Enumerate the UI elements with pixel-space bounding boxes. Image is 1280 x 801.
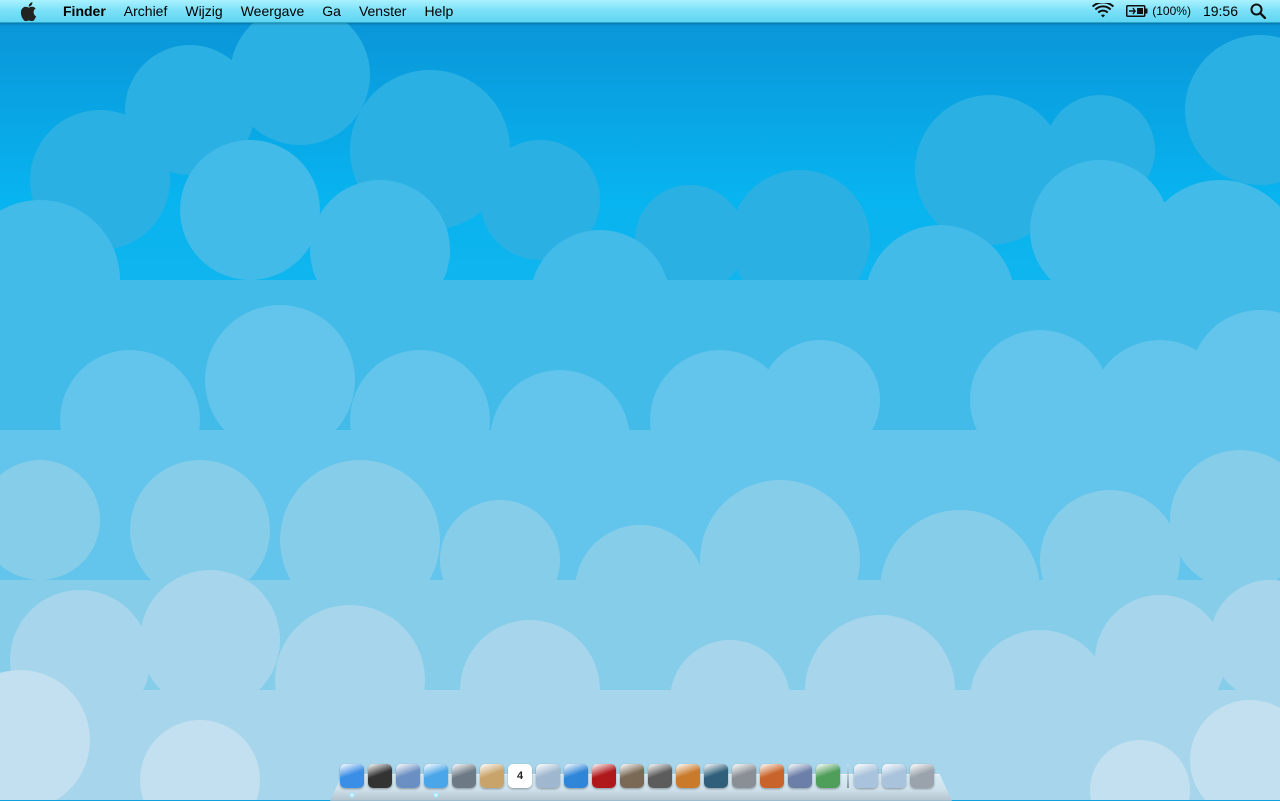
trash-icon[interactable] [910, 764, 934, 788]
desktop-wallpaper [0, 0, 1280, 800]
menu-ga[interactable]: Ga [313, 0, 350, 22]
apple-icon[interactable] [16, 0, 40, 22]
status-area: (100%) 19:56 [1080, 0, 1280, 22]
applications-folder-icon[interactable] [854, 764, 878, 788]
photo-booth-icon[interactable] [592, 764, 616, 788]
numbers-chart-icon[interactable] [816, 764, 840, 788]
calendar-date-label: 4 [516, 770, 524, 782]
finder-icon[interactable] [340, 764, 364, 798]
keynote-podium-icon[interactable] [760, 764, 784, 788]
battery-charging-icon[interactable]: (100%) [1126, 0, 1191, 22]
menu-archief[interactable]: Archief [115, 0, 177, 22]
documents-folder-icon[interactable] [882, 764, 906, 788]
menu-wijzig[interactable]: Wijzig [176, 0, 231, 22]
itunes-note-icon[interactable] [564, 764, 588, 788]
spotlight-search-icon[interactable] [1250, 0, 1266, 22]
garageband-guitar-icon[interactable] [676, 764, 700, 788]
menu-weergave[interactable]: Weergave [232, 0, 314, 22]
wifi-icon[interactable] [1092, 0, 1115, 22]
running-indicator [433, 792, 439, 798]
menu-help[interactable]: Help [415, 0, 462, 22]
dock: 4 [330, 762, 952, 801]
pages-pen-icon[interactable] [788, 764, 812, 788]
menu-clock[interactable]: 19:56 [1203, 3, 1238, 19]
preview-photos-icon[interactable] [536, 764, 560, 788]
dashboard-icon[interactable] [368, 764, 392, 788]
facetime-camera-icon[interactable] [452, 764, 476, 788]
battery-percentage: (100%) [1152, 4, 1191, 18]
dock-separator [847, 764, 849, 788]
iphoto-icon[interactable] [620, 764, 644, 788]
address-book-icon[interactable] [480, 764, 504, 788]
mail-stamp-icon[interactable] [396, 764, 420, 788]
calendar-icon[interactable]: 4 [508, 764, 532, 788]
time-machine-icon[interactable] [704, 764, 728, 788]
imovie-star-icon[interactable] [648, 764, 672, 788]
menu-bar: Finder Archief Wijzig Weergave Ga Venste… [0, 0, 1280, 23]
safari-compass-icon[interactable] [424, 764, 448, 798]
menu-venster[interactable]: Venster [350, 0, 415, 22]
system-preferences-gear-icon[interactable] [732, 764, 756, 788]
running-indicator [349, 792, 355, 798]
menu-app-name[interactable]: Finder [54, 0, 115, 22]
dock-items: 4 [340, 764, 938, 798]
